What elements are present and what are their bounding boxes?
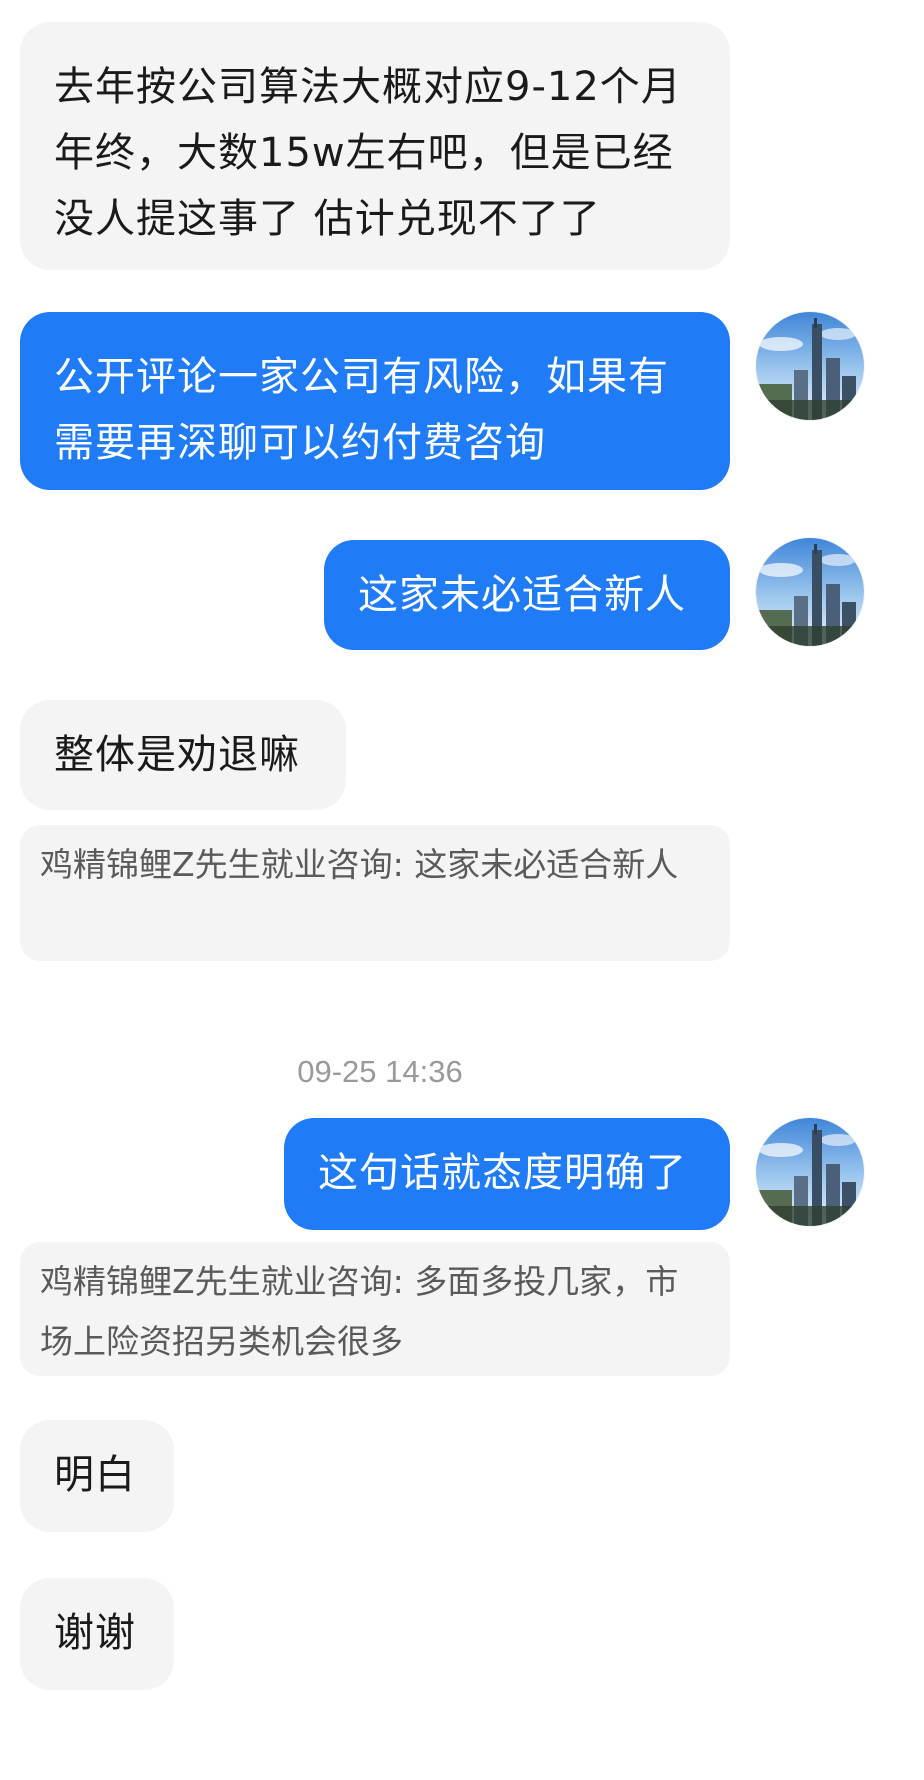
message-bubble-incoming[interactable]: 整体是劝退嘛	[20, 700, 346, 810]
city-skyline-avatar-icon	[756, 1118, 864, 1226]
avatar-icon[interactable]	[756, 312, 864, 420]
chat-message-list[interactable]: 去年按公司算法大概对应9-12个月年终，大数15w左右吧，但是已经没人提这事了 …	[0, 0, 924, 1780]
message-bubble-incoming[interactable]: 去年按公司算法大概对应9-12个月年终，大数15w左右吧，但是已经没人提这事了 …	[20, 22, 730, 270]
message-bubble-outgoing[interactable]: 公开评论一家公司有风险，如果有需要再深聊可以约付费咨询	[20, 312, 730, 490]
message-timestamp: 09-25 14:36	[297, 1054, 463, 1089]
quoted-reply[interactable]: 鸡精锦鲤Z先生就业咨询: 这家未必适合新人	[20, 825, 730, 961]
avatar-icon[interactable]	[756, 1118, 864, 1226]
message-bubble-outgoing[interactable]: 这家未必适合新人	[324, 540, 730, 650]
city-skyline-avatar-icon	[756, 538, 864, 646]
city-skyline-avatar-icon	[756, 312, 864, 420]
message-bubble-incoming[interactable]: 谢谢	[20, 1578, 174, 1690]
avatar-icon[interactable]	[756, 538, 864, 646]
message-bubble-incoming[interactable]: 明白	[20, 1420, 174, 1532]
quoted-reply[interactable]: 鸡精锦鲤Z先生就业咨询: 多面多投几家，市场上险资招另类机会很多	[20, 1242, 730, 1376]
message-bubble-outgoing[interactable]: 这句话就态度明确了	[284, 1118, 730, 1230]
